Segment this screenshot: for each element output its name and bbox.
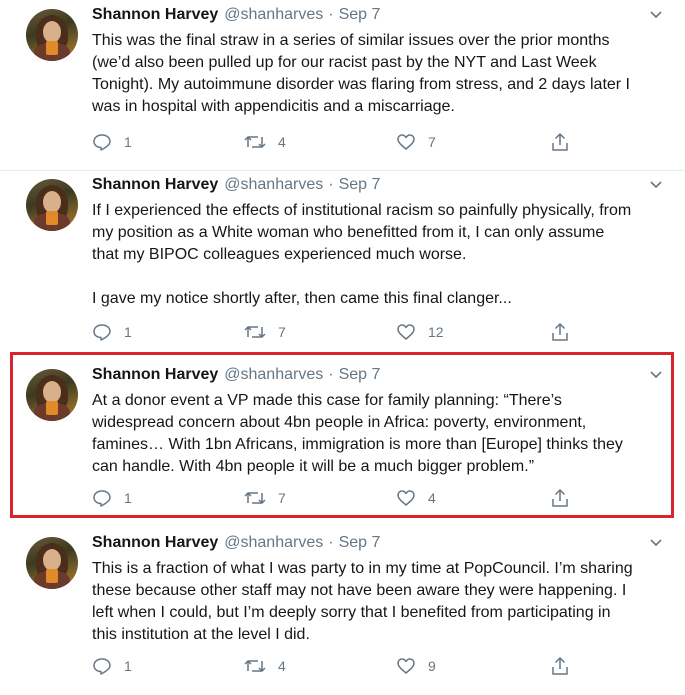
retweet-icon [244,326,266,338]
heart-icon [397,324,415,340]
like-button[interactable]: 12 [396,322,444,342]
reply-button[interactable]: 1 [92,132,132,152]
avatar[interactable] [26,9,78,61]
share-button[interactable] [550,322,570,342]
author-name[interactable]: Shannon Harvey [92,6,218,24]
reply-count: 1 [124,324,132,340]
separator: · [328,176,334,193]
tweet-header: Shannon Harvey @shanharves · Sep 7 [92,176,380,198]
tweet[interactable]: Shannon Harvey @shanharves · Sep 7 If I … [0,174,685,349]
share-button[interactable] [550,132,570,152]
tweet-actions: 1 7 12 [92,322,572,344]
tweet-text: This was the final straw in a series of … [92,32,630,115]
reply-icon [93,134,111,151]
tweet-date[interactable]: Sep 7 [339,6,381,24]
like-count: 9 [428,658,436,674]
author-name[interactable]: Shannon Harvey [92,534,218,552]
tweet-date[interactable]: Sep 7 [339,534,381,552]
retweet-button[interactable]: 7 [244,322,286,342]
tweet[interactable]: Shannon Harvey @shanharves · Sep 7 This … [0,532,685,692]
heart-icon [397,134,415,150]
retweet-button[interactable]: 4 [244,656,286,676]
tweet-actions: 1 4 7 [92,132,572,154]
retweet-count: 4 [278,658,286,674]
retweet-icon [244,136,266,148]
separator: · [328,534,334,551]
retweet-count: 7 [278,324,286,340]
highlight-box [10,352,674,518]
chevron-down-icon[interactable] [649,8,663,22]
tweet-header: Shannon Harvey @shanharves · Sep 7 [92,6,380,28]
reply-icon [93,658,111,675]
share-icon [552,133,568,151]
like-count: 7 [428,134,436,150]
tweet[interactable]: Shannon Harvey @shanharves · Sep 7 This … [0,4,685,164]
tweet-text: If I experienced the effects of institut… [92,202,632,307]
avatar[interactable] [26,537,78,589]
like-button[interactable]: 7 [396,132,436,152]
reply-count: 1 [124,658,132,674]
separator: · [328,6,334,23]
author-handle[interactable]: @shanharves [224,176,323,194]
reply-button[interactable]: 1 [92,322,132,342]
avatar[interactable] [26,179,78,231]
retweet-count: 4 [278,134,286,150]
divider [0,170,685,171]
like-count: 12 [428,324,444,340]
retweet-button[interactable]: 4 [244,132,286,152]
heart-icon [397,658,415,674]
tweet-header: Shannon Harvey @shanharves · Sep 7 [92,534,380,556]
author-handle[interactable]: @shanharves [224,534,323,552]
author-name[interactable]: Shannon Harvey [92,176,218,194]
reply-icon [93,324,111,341]
share-button[interactable] [550,656,570,676]
chevron-down-icon[interactable] [649,178,663,192]
chevron-down-icon[interactable] [649,536,663,550]
reply-button[interactable]: 1 [92,656,132,676]
tweet-text: This is a fraction of what I was party t… [92,560,633,643]
tweet-date[interactable]: Sep 7 [339,176,381,194]
retweet-icon [244,660,266,672]
share-icon [552,657,568,675]
share-icon [552,323,568,341]
like-button[interactable]: 9 [396,656,436,676]
author-handle[interactable]: @shanharves [224,6,323,24]
reply-count: 1 [124,134,132,150]
tweet-actions: 1 4 9 [92,656,572,678]
